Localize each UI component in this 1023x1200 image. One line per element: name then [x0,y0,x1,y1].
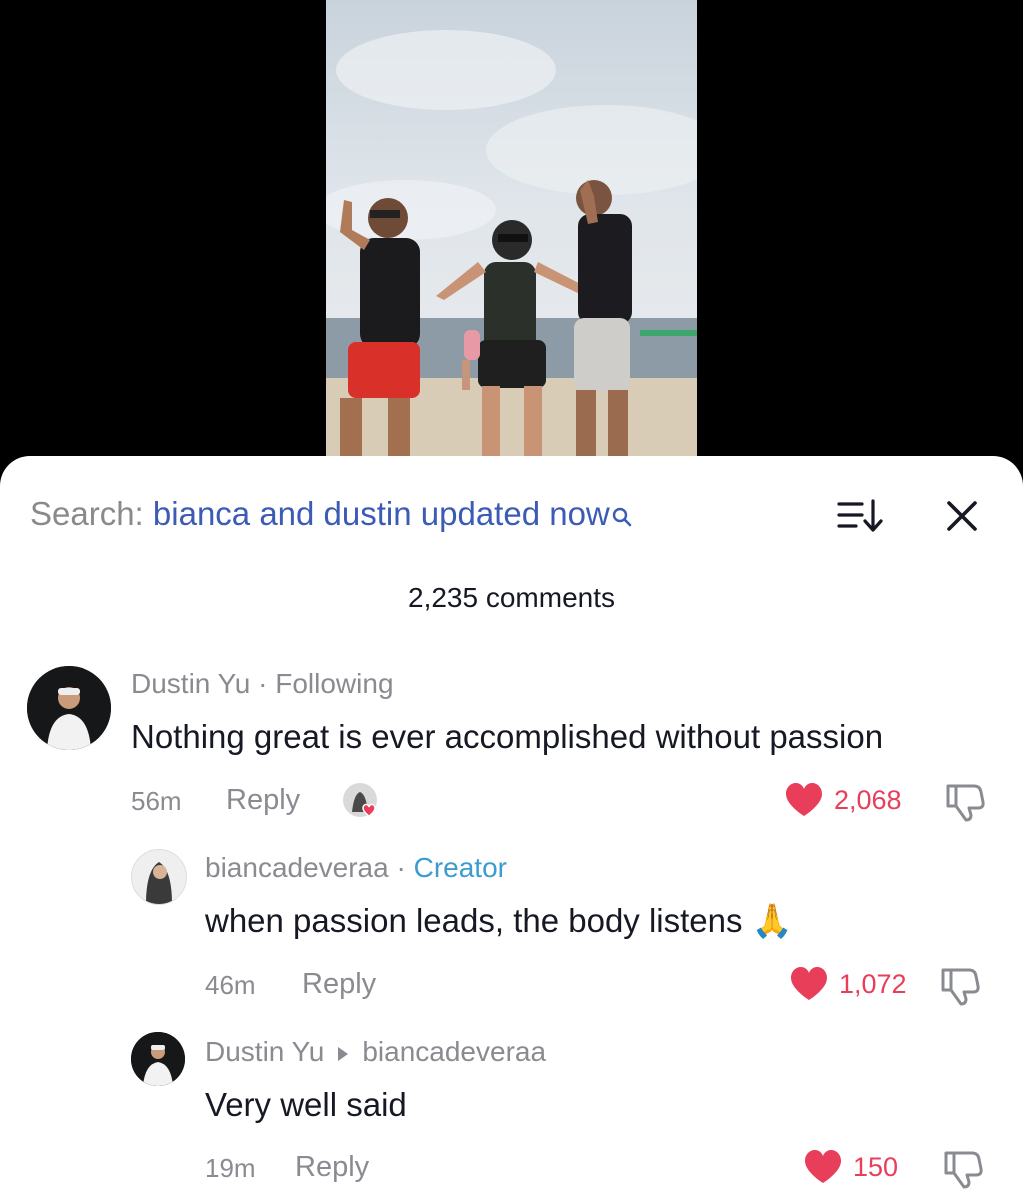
comment-time: 19m [205,1153,256,1183]
sort-button[interactable] [836,496,884,536]
dislike-icon [946,784,985,822]
comment-time: 56m [131,786,182,816]
video-thumbnail [326,0,697,470]
comment-text: when passion leads, the body listens 🙏 [205,902,793,939]
search-bar[interactable]: Search: bianca and dustin updated now [30,494,632,536]
heart-icon [805,1150,841,1183]
comment-count: 2,235 comments [408,582,615,613]
sort-icon [837,499,883,532]
like-count: 1,072 [839,968,907,999]
comment-time: 46m [205,970,256,1000]
creator-label: Creator [413,852,507,883]
comments-sheet: Search: bianca and dustin updated now 2,… [0,456,1023,1200]
following-label: Following [275,668,394,699]
heart-icon [791,967,827,1000]
comment-text: Nothing great is ever accomplished witho… [131,718,884,755]
dislike-button[interactable] [942,1149,986,1189]
avatar-dustin-yu[interactable] [131,1032,185,1086]
like-button[interactable]: 150 [803,1149,898,1185]
like-button[interactable]: 2,068 [784,782,902,818]
heart-icon [786,783,822,816]
dislike-button[interactable] [944,782,988,822]
like-button[interactable]: 1,072 [789,966,907,1002]
dislike-icon [944,1151,983,1189]
dislike-button[interactable] [939,966,983,1006]
close-button[interactable] [942,496,982,536]
creator-liked-badge [342,782,386,822]
comment-author[interactable]: Dustin Yu · Following [131,668,394,700]
dislike-icon [941,968,980,1006]
comment-author[interactable]: biancadeveraa · Creator [205,852,507,884]
separator: · [388,852,414,883]
search-prefix: Search: [30,495,153,532]
reply-button[interactable]: Reply [302,968,376,1001]
reply-arrow-icon [338,1046,349,1061]
reply-button[interactable]: Reply [295,1151,369,1184]
comment-text: Very well said [205,1086,407,1123]
author-name[interactable]: biancadeveraa [205,852,389,883]
avatar-dustin-yu[interactable] [27,666,111,750]
comment-author[interactable]: Dustin Yu biancadeveraa [205,1036,546,1068]
reply-to-name[interactable]: biancadeveraa [362,1036,546,1067]
like-count: 150 [853,1151,899,1182]
separator: · [250,668,276,699]
like-count: 2,068 [834,784,902,815]
avatar-biancadeveraa[interactable] [131,849,187,905]
reply-button[interactable]: Reply [226,784,300,817]
search-icon[interactable] [612,496,632,536]
video-player[interactable] [0,0,1023,480]
author-name[interactable]: Dustin Yu [205,1036,324,1067]
search-query-link[interactable]: bianca and dustin updated now [153,495,610,532]
close-icon [947,501,977,531]
video-frame[interactable] [326,0,697,470]
author-name[interactable]: Dustin Yu [131,668,250,699]
